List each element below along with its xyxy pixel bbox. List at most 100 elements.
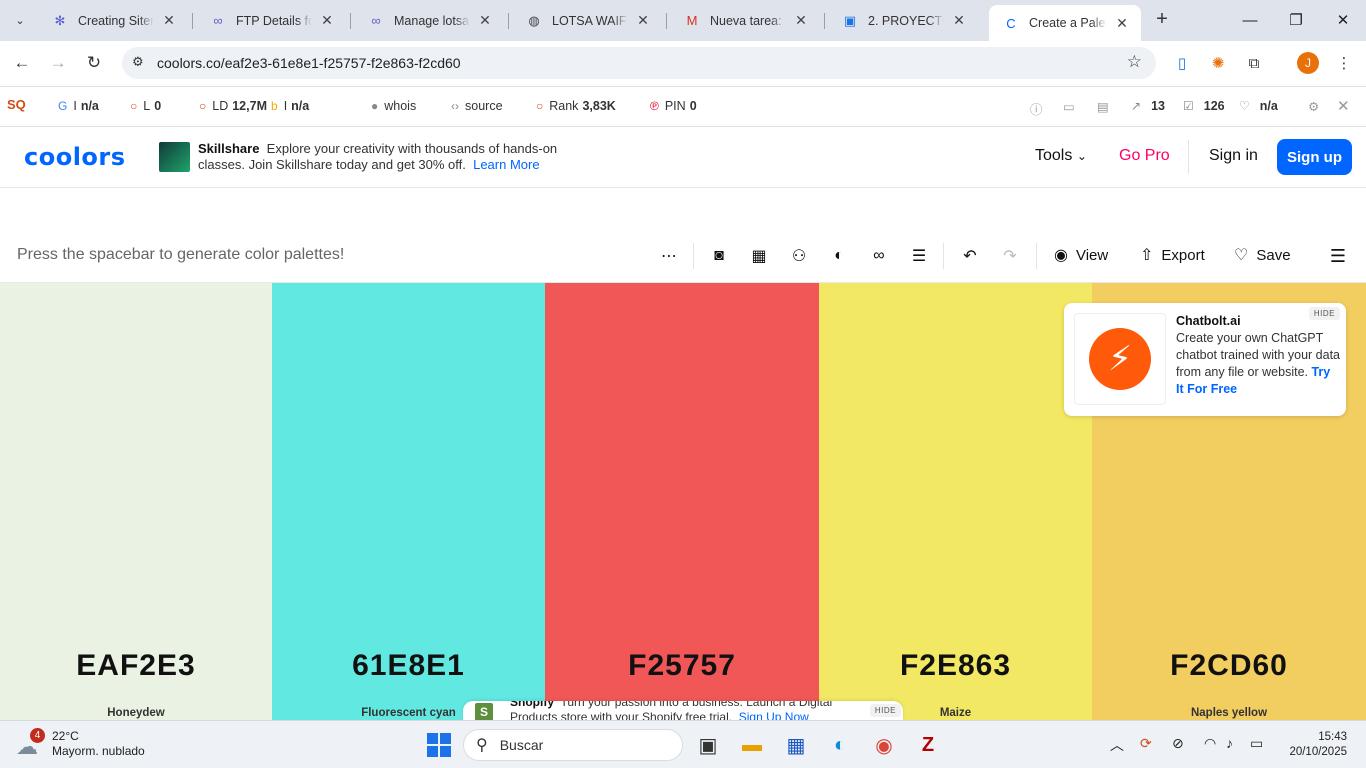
filezilla-icon[interactable]: Z bbox=[914, 731, 942, 759]
file-explorer-icon[interactable]: ▬ bbox=[738, 731, 766, 759]
sync-icon[interactable]: ⟳ bbox=[1140, 735, 1152, 752]
store-icon[interactable]: ▦ bbox=[782, 731, 810, 759]
contrast-icon[interactable]: ◐ bbox=[826, 243, 852, 269]
info-icon[interactable]: ⓘ bbox=[1030, 99, 1043, 118]
bookmark-star-icon[interactable]: ☆ bbox=[1127, 52, 1142, 72]
windows-start-icon[interactable] bbox=[427, 733, 451, 757]
undo-icon[interactable]: ↶ bbox=[957, 243, 983, 269]
color-swatch[interactable]: 61E8E1 Fluorescent cyan bbox=[272, 283, 545, 720]
reload-icon[interactable]: ↻ bbox=[80, 49, 108, 77]
chrome-icon[interactable]: ◉ bbox=[870, 731, 898, 759]
wifi-icon[interactable]: ◠ bbox=[1204, 735, 1216, 752]
grid-icon[interactable]: ▦ bbox=[746, 243, 772, 269]
settings-gear-icon[interactable]: ⚙ bbox=[1308, 99, 1319, 114]
speaker-icon[interactable]: ♪ bbox=[1226, 735, 1233, 751]
more-options-icon[interactable]: ⋯ bbox=[656, 243, 682, 269]
seoquake-logo-icon[interactable]: SQ bbox=[7, 97, 26, 112]
export-button[interactable]: ⇧ Export bbox=[1140, 245, 1205, 265]
back-arrow-icon[interactable]: ← bbox=[8, 49, 36, 77]
address-bar[interactable]: ⚙ coolors.co/eaf2e3-61e8e1-f25757-f2e863… bbox=[122, 47, 1156, 79]
close-toolbar-icon[interactable]: ✕ bbox=[1337, 97, 1350, 115]
color-swatch[interactable]: F25757 bbox=[545, 283, 819, 720]
swatch-hex[interactable]: F2CD60 bbox=[1092, 649, 1366, 683]
seo-metric[interactable]: ℗ PIN 0 bbox=[650, 99, 697, 113]
close-tab-icon[interactable]: ✕ bbox=[634, 12, 652, 29]
skillshare-ad[interactable]: Skillshare Explore your creativity with … bbox=[198, 141, 578, 173]
browser-tab[interactable]: ✻ Creating Sitemap ✕ bbox=[38, 5, 188, 36]
weather-widget[interactable]: ☁ 4 22°C Mayorm. nublado bbox=[16, 728, 145, 759]
close-tab-icon[interactable]: ✕ bbox=[476, 12, 494, 29]
close-window-icon[interactable]: ✕ bbox=[1320, 0, 1366, 40]
restore-icon[interactable]: ❐ bbox=[1273, 0, 1319, 40]
seo-metric[interactable]: ○ Rank 3,83K bbox=[536, 99, 616, 113]
sign-in-link[interactable]: Sign in bbox=[1209, 147, 1258, 165]
seo-metric[interactable]: G In/a bbox=[58, 99, 99, 113]
skillshare-ad-thumbnail[interactable] bbox=[159, 142, 190, 172]
cloud-off-icon[interactable]: ⊘ bbox=[1172, 735, 1184, 752]
taskbar-clock[interactable]: 15:43 20/10/2025 bbox=[1285, 730, 1347, 760]
seo-metric[interactable]: ● whois bbox=[371, 99, 420, 113]
browser-tab[interactable]: ◍ LOTSA WAIFUS|2 ✕ bbox=[512, 5, 662, 36]
close-tab-icon[interactable]: ✕ bbox=[318, 12, 336, 29]
hide-ad-button[interactable]: HIDE bbox=[869, 704, 901, 717]
seo-metric[interactable]: ☑ 126 bbox=[1183, 99, 1225, 113]
shapes-icon[interactable]: ⚇ bbox=[786, 243, 812, 269]
browser-tab[interactable]: ▣ 2. PROYECTO W ✕ bbox=[828, 5, 978, 36]
close-tab-icon[interactable]: ✕ bbox=[950, 12, 968, 29]
battery-icon[interactable]: ▭ bbox=[1250, 735, 1263, 752]
hamburger-menu-icon[interactable]: ☰ bbox=[1325, 243, 1351, 269]
extension-doc-icon[interactable]: ▯ bbox=[1171, 52, 1193, 74]
document-icon[interactable]: ▤ bbox=[1097, 99, 1109, 114]
swatch-hex[interactable]: F25757 bbox=[545, 649, 819, 683]
monitor-icon[interactable]: ▭ bbox=[1063, 99, 1075, 114]
swatch-hex[interactable]: EAF2E3 bbox=[0, 649, 272, 683]
view-button[interactable]: ◉ View bbox=[1054, 245, 1108, 265]
extensions-puzzle-icon[interactable]: ⧉ bbox=[1243, 52, 1265, 74]
seo-extension-icon[interactable]: ✺ bbox=[1207, 52, 1229, 74]
edge-icon[interactable]: ◐ bbox=[826, 731, 854, 759]
seo-metric[interactable]: ○ L 0 bbox=[130, 99, 161, 113]
new-tab-plus-icon[interactable]: + bbox=[1150, 8, 1174, 32]
profile-avatar[interactable]: J bbox=[1297, 52, 1319, 74]
chatbolt-ad[interactable]: ⚡ Chatbolt.ai Create your own ChatGPT ch… bbox=[1064, 303, 1346, 416]
shopify-signup-link[interactable]: Sign Up Now bbox=[739, 710, 809, 720]
minimize-icon[interactable]: — bbox=[1227, 0, 1273, 40]
close-tab-icon[interactable]: ✕ bbox=[792, 12, 810, 29]
glasses-icon[interactable]: ∞ bbox=[866, 243, 892, 269]
skillshare-learn-more-link[interactable]: Learn More bbox=[473, 157, 539, 172]
redo-icon[interactable]: ↷ bbox=[997, 243, 1023, 269]
camera-icon[interactable]: ◙ bbox=[706, 243, 732, 269]
save-button[interactable]: ♡ Save bbox=[1234, 245, 1291, 265]
chatbolt-ad-image[interactable]: ⚡ bbox=[1074, 313, 1166, 405]
color-swatch[interactable]: EAF2E3 Honeydew bbox=[0, 283, 272, 720]
chrome-menu-icon[interactable]: ⋮ bbox=[1333, 52, 1355, 74]
browser-tab[interactable]: ∞ FTP Details for if ✕ bbox=[196, 5, 346, 36]
adjust-sliders-icon[interactable]: ☰ bbox=[906, 243, 932, 269]
go-pro-link[interactable]: Go Pro bbox=[1119, 147, 1170, 165]
seo-metric[interactable]: b In/a bbox=[271, 99, 309, 113]
url-text[interactable]: coolors.co/eaf2e3-61e8e1-f25757-f2e863-f… bbox=[157, 55, 461, 71]
swatch-hex[interactable]: F2E863 bbox=[819, 649, 1092, 683]
tab-search-chevron-icon[interactable]: ⌄ bbox=[8, 7, 32, 33]
swatch-hex[interactable]: 61E8E1 bbox=[272, 649, 545, 683]
seo-metric[interactable]: ‹› source bbox=[451, 99, 507, 113]
forward-arrow-icon[interactable]: → bbox=[44, 49, 72, 77]
seo-metric[interactable]: ♡ n/a bbox=[1239, 99, 1278, 113]
taskbar-search[interactable]: ⚲ Buscar bbox=[463, 729, 683, 761]
color-swatch[interactable]: F2E863 Maize bbox=[819, 283, 1092, 720]
seo-metric[interactable]: ○ LD 12,7M bbox=[199, 99, 267, 113]
site-info-icon[interactable]: ⚙ bbox=[132, 54, 144, 70]
seo-metric[interactable]: ↗ 13 bbox=[1131, 99, 1165, 113]
coolors-logo[interactable]: coolors bbox=[24, 143, 126, 171]
hide-ad-button[interactable]: HIDE bbox=[1308, 307, 1340, 320]
browser-tab[interactable]: M Nueva tarea: "M ✕ bbox=[670, 5, 820, 36]
tray-chevron-up-icon[interactable]: ︿ bbox=[1110, 735, 1124, 755]
task-view-icon[interactable]: ▣ bbox=[694, 731, 722, 759]
tools-menu[interactable]: Tools ⌄ bbox=[1035, 147, 1087, 165]
close-tab-icon[interactable]: ✕ bbox=[1113, 15, 1131, 32]
sign-up-button[interactable]: Sign up bbox=[1277, 139, 1352, 175]
close-tab-icon[interactable]: ✕ bbox=[160, 12, 178, 29]
browser-tab[interactable]: ∞ Manage lotsa-w ✕ bbox=[354, 5, 504, 36]
browser-tab[interactable]: C Create a Palette ✕ bbox=[989, 5, 1141, 41]
shopify-ad[interactable]: S Shopify Turn your passion into a busin… bbox=[463, 701, 903, 720]
